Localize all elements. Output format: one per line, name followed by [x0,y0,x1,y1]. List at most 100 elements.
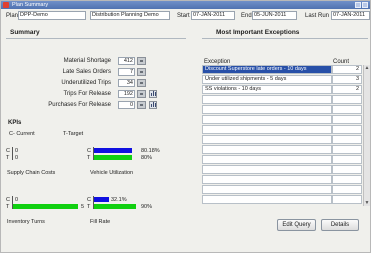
kpi3-c-letter: C [6,197,10,203]
scroll-up-arrow-icon[interactable]: ▲ [364,65,370,71]
kpi3-target-value: 5 [81,204,85,210]
end-label: End [241,13,252,19]
exception-cell[interactable] [202,105,332,114]
table-row[interactable] [202,95,370,104]
kpi2-c-letter: C [87,148,91,154]
kpi-vehicle-utilization-current-bar [94,148,132,153]
exception-cell[interactable] [202,175,332,184]
count-cell[interactable] [332,195,362,204]
trips-for-release-drill-button[interactable] [137,90,146,98]
kpis-title: KPIs [8,120,22,126]
plan-label: Plan [6,13,19,19]
start-date-field[interactable]: 07-JAN-2011 [191,11,235,20]
table-row[interactable] [202,115,370,124]
summary-value-trips-for-release: 192 [118,90,135,98]
details-button[interactable]: Details [321,219,359,231]
table-row[interactable] [202,175,370,184]
table-row[interactable]: SS violations - 10 days 2 [202,85,370,94]
legend-target: T-Target [63,131,84,137]
count-cell[interactable] [332,115,362,124]
kpi1-current-value: 0 [15,148,19,154]
exceptions-title: Most Important Exceptions [216,29,300,36]
summary-value-underutilized-trips: 34 [118,79,135,87]
count-cell[interactable] [332,95,362,104]
count-cell[interactable] [332,175,362,184]
table-row[interactable] [202,135,370,144]
edit-query-button[interactable]: Edit Query [277,219,316,231]
exception-cell[interactable]: Under utilized shipments - 5 days [202,75,332,84]
kpi3-name: Inventory Turns [7,219,45,225]
summary-value-material-shortage: 412 [118,57,135,65]
exception-cell[interactable] [202,195,332,204]
exception-cell[interactable] [202,95,332,104]
count-cell[interactable] [332,165,362,174]
kpi2-t-letter: T [87,155,91,161]
count-cell[interactable] [332,105,362,114]
table-row[interactable] [202,145,370,154]
count-cell[interactable] [332,125,362,134]
kpi-fill-rate-target-bar [94,204,137,209]
kpi4-current-value: 32.1% [111,197,127,203]
exception-cell[interactable]: SS violations - 10 days [202,85,332,94]
exception-cell[interactable] [202,185,332,194]
table-row[interactable] [202,185,370,194]
kpi1-c-letter: C [6,148,10,154]
start-label: Start [177,13,190,19]
close-button[interactable] [362,2,368,8]
exception-cell[interactable]: Discount Superstore late orders - 10 day… [202,65,332,74]
count-cell[interactable]: 2 [332,85,362,94]
kpi4-name: Fill Rate [90,219,111,225]
summary-label-trips-for-release: Trips For Release [63,91,111,97]
table-row[interactable] [202,125,370,134]
material-shortage-drill-button[interactable] [137,57,146,65]
minimize-button[interactable] [355,2,361,8]
exception-cell[interactable] [202,115,332,124]
kpi1-t-letter: T [6,155,10,161]
table-row[interactable]: Discount Superstore late orders - 10 day… [202,65,370,74]
table-row[interactable]: Under utilized shipments - 5 days 3 [202,75,370,84]
count-cell[interactable] [332,145,362,154]
kpi1-axis [12,147,13,160]
table-row[interactable] [202,195,370,204]
exception-cell[interactable] [202,135,332,144]
exception-cell[interactable] [202,155,332,164]
kpi3-t-letter: T [6,204,10,210]
purchases-for-release-drill-button[interactable] [137,101,146,109]
count-cell[interactable] [332,135,362,144]
count-cell[interactable] [332,155,362,164]
table-row[interactable] [202,165,370,174]
kpi3-current-value: 0 [15,197,19,203]
kpi4-t-letter: T [87,204,91,210]
plan-field[interactable]: DPP-Demo [18,11,86,20]
table-row[interactable] [202,155,370,164]
underutilized-trips-drill-button[interactable] [137,79,146,87]
window-title: Plan Summary [12,2,49,8]
exceptions-scrollbar[interactable]: ▲ ▼ [363,65,370,206]
plan-description-field[interactable]: Distribution Planning Demo [90,11,170,20]
exception-cell[interactable] [202,165,332,174]
last-run-field[interactable]: 07-JAN-2011 [331,11,370,20]
summary-label-material-shortage: Material Shortage [63,58,111,64]
scroll-down-arrow-icon[interactable]: ▼ [364,200,370,206]
summary-value-late-sales-orders: 7 [118,68,135,76]
late-sales-orders-drill-button[interactable] [137,68,146,76]
end-date-field[interactable]: 05-JUN-2011 [252,11,297,20]
trips-release-chart-icon[interactable] [149,90,157,98]
count-cell[interactable]: 2 [332,65,362,74]
summary-divider [6,38,186,39]
purchases-release-chart-icon[interactable] [149,101,157,109]
exception-cell[interactable] [202,125,332,134]
count-cell[interactable]: 3 [332,75,362,84]
kpi-inventory-turns-target-bar [13,204,78,209]
table-row[interactable] [202,105,370,114]
exception-cell[interactable] [202,145,332,154]
count-cell[interactable] [332,185,362,194]
title-bar: Plan Summary [1,1,370,9]
kpi2-current-value: 80.18% [141,148,160,154]
kpi-fill-rate-current-bar [94,197,110,202]
kpi2-target-value: 80% [141,155,153,161]
app-icon [3,2,9,8]
kpi2-name: Vehicle Utilization [90,170,134,176]
kpi1-target-value: 0 [15,155,19,161]
summary-label-underutilized-trips: Underutilized Trips [61,80,111,86]
